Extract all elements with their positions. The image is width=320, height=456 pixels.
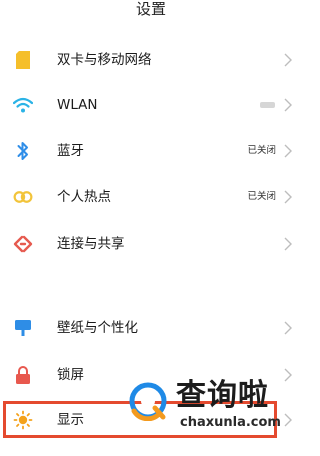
settings-item-sim[interactable]: 双卡与移动网络 <box>0 40 302 80</box>
wifi-icon <box>13 95 33 115</box>
watermark-logo: 查询啦 chaxunla.com <box>128 375 302 445</box>
settings-item-wallpaper[interactable]: 壁纸与个性化 <box>0 308 302 348</box>
settings-item-label: 蓝牙 <box>57 143 84 159</box>
wlan-network-name <box>260 102 275 108</box>
chevron-right-icon <box>284 144 292 158</box>
settings-item-label: 壁纸与个性化 <box>57 320 138 336</box>
settings-item-hotspot[interactable]: 个人热点 已关闭 <box>0 177 302 217</box>
chevron-right-icon <box>284 190 292 204</box>
lock-icon <box>13 365 33 385</box>
magnifier-icon <box>129 382 167 421</box>
section-divider <box>0 279 302 293</box>
chevron-right-icon <box>284 321 292 335</box>
watermark-text: 查询啦 <box>176 378 269 413</box>
status-text: 已关闭 <box>247 145 276 156</box>
settings-item-share[interactable]: 连接与共享 <box>0 224 302 264</box>
settings-item-label: 连接与共享 <box>57 236 125 252</box>
share-icon <box>13 234 33 254</box>
chevron-right-icon <box>284 53 292 67</box>
page-title: 设置 <box>135 0 166 18</box>
settings-item-label: 双卡与移动网络 <box>57 52 152 68</box>
status-text: 已关闭 <box>247 191 276 202</box>
hotspot-icon <box>13 187 33 207</box>
settings-item-label: 锁屏 <box>57 367 84 383</box>
settings-item-bluetooth[interactable]: 蓝牙 已关闭 <box>0 131 302 171</box>
chevron-right-icon <box>284 237 292 251</box>
watermark-url: chaxunla.com <box>180 415 281 430</box>
wallpaper-icon <box>13 318 33 338</box>
settings-item-wlan[interactable]: WLAN <box>0 85 302 125</box>
bluetooth-icon <box>13 141 33 161</box>
settings-item-label: WLAN <box>57 97 98 113</box>
sim-card-icon <box>13 50 33 70</box>
settings-item-label: 个人热点 <box>57 189 111 205</box>
chevron-right-icon <box>284 98 292 112</box>
